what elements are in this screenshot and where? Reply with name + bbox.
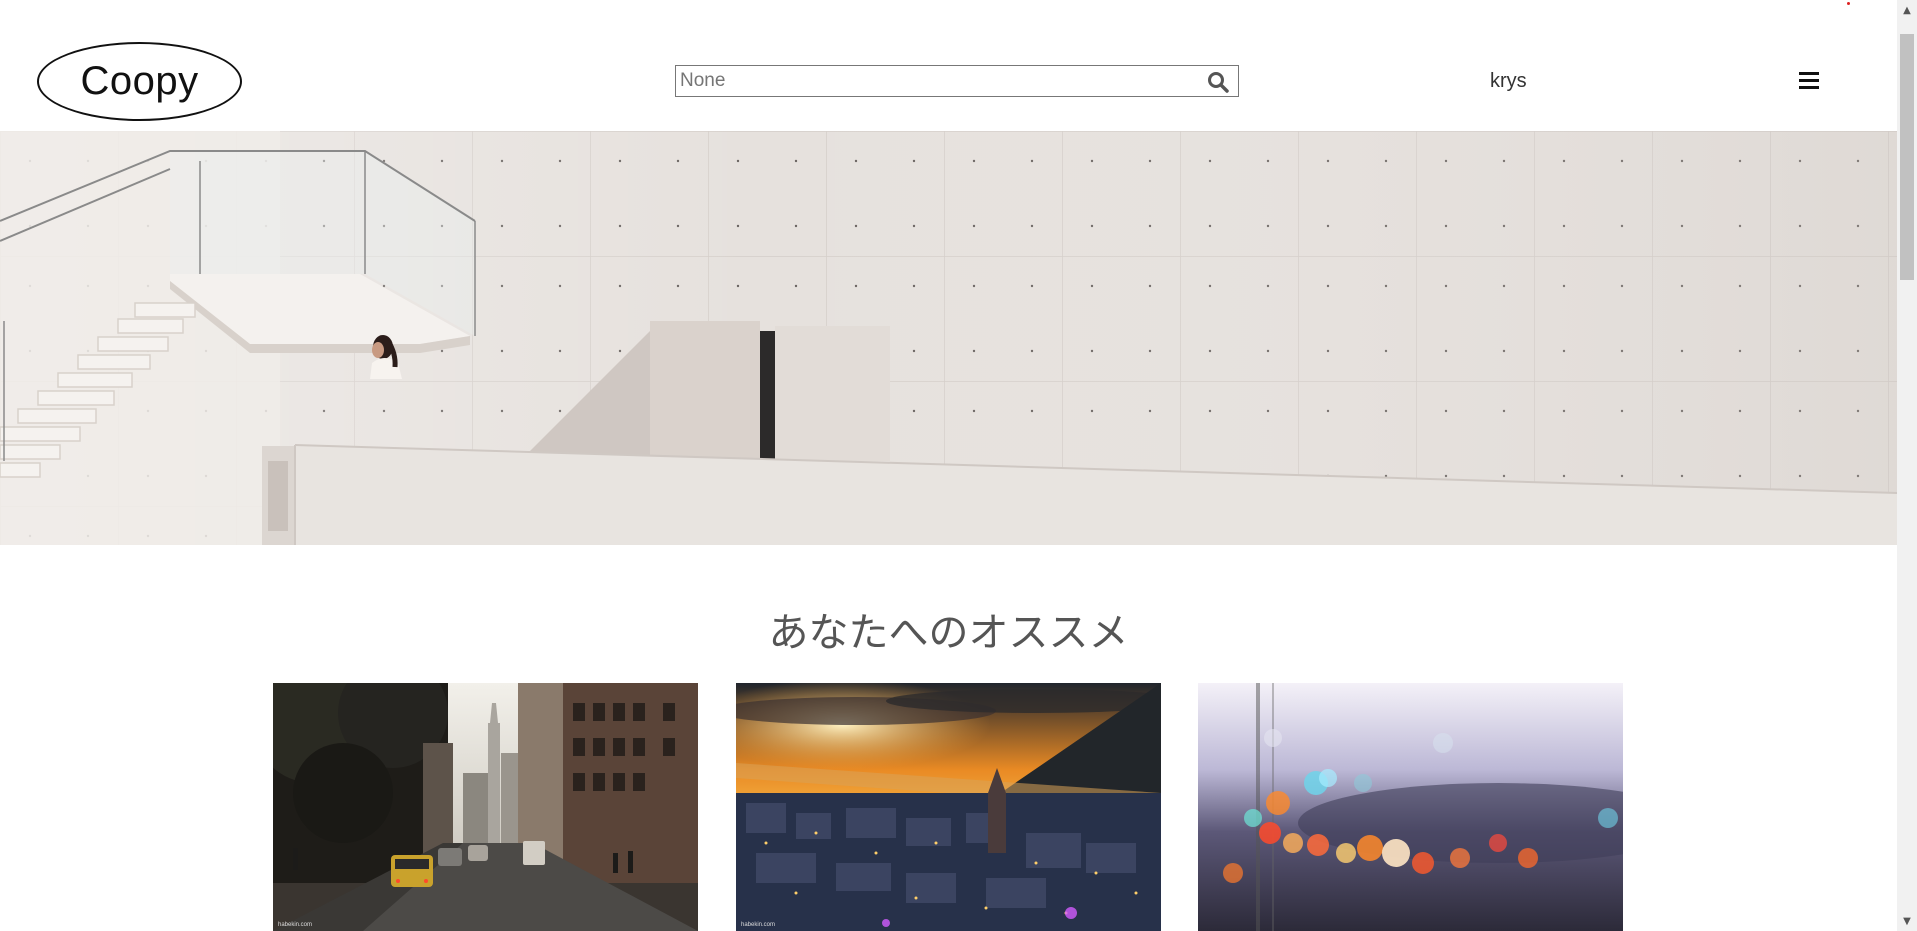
- recommendation-card-bokeh-lights[interactable]: [1198, 683, 1623, 931]
- user-name-link[interactable]: krys: [1490, 70, 1527, 93]
- page: Coopy krys: [0, 0, 1897, 931]
- recommendation-card-city-street[interactable]: habekin.com: [273, 683, 698, 931]
- recommendation-card-sunset-city[interactable]: habekin.com: [736, 683, 1161, 931]
- search-icon: [1208, 72, 1229, 93]
- search-input[interactable]: [680, 68, 1180, 94]
- scroll-up-arrow[interactable]: ▲: [1897, 0, 1917, 20]
- card-credit: habekin.com: [278, 922, 313, 928]
- hero-image: [0, 131, 1897, 545]
- search-bar: [675, 65, 1239, 97]
- scroll-down-arrow[interactable]: ▼: [1897, 911, 1917, 931]
- search-button[interactable]: [1206, 70, 1230, 94]
- site-logo[interactable]: Coopy: [37, 42, 242, 121]
- notification-dot: [1847, 2, 1850, 5]
- site-header: Coopy krys: [0, 0, 1897, 131]
- scroll-thumb[interactable]: [1900, 34, 1914, 280]
- recommendations-title: あなたへのオススメ: [768, 610, 1129, 656]
- hamburger-menu-icon[interactable]: [1799, 72, 1819, 90]
- card-credit: habekin.com: [741, 922, 776, 928]
- vertical-scrollbar[interactable]: ▲ ▼: [1897, 0, 1917, 931]
